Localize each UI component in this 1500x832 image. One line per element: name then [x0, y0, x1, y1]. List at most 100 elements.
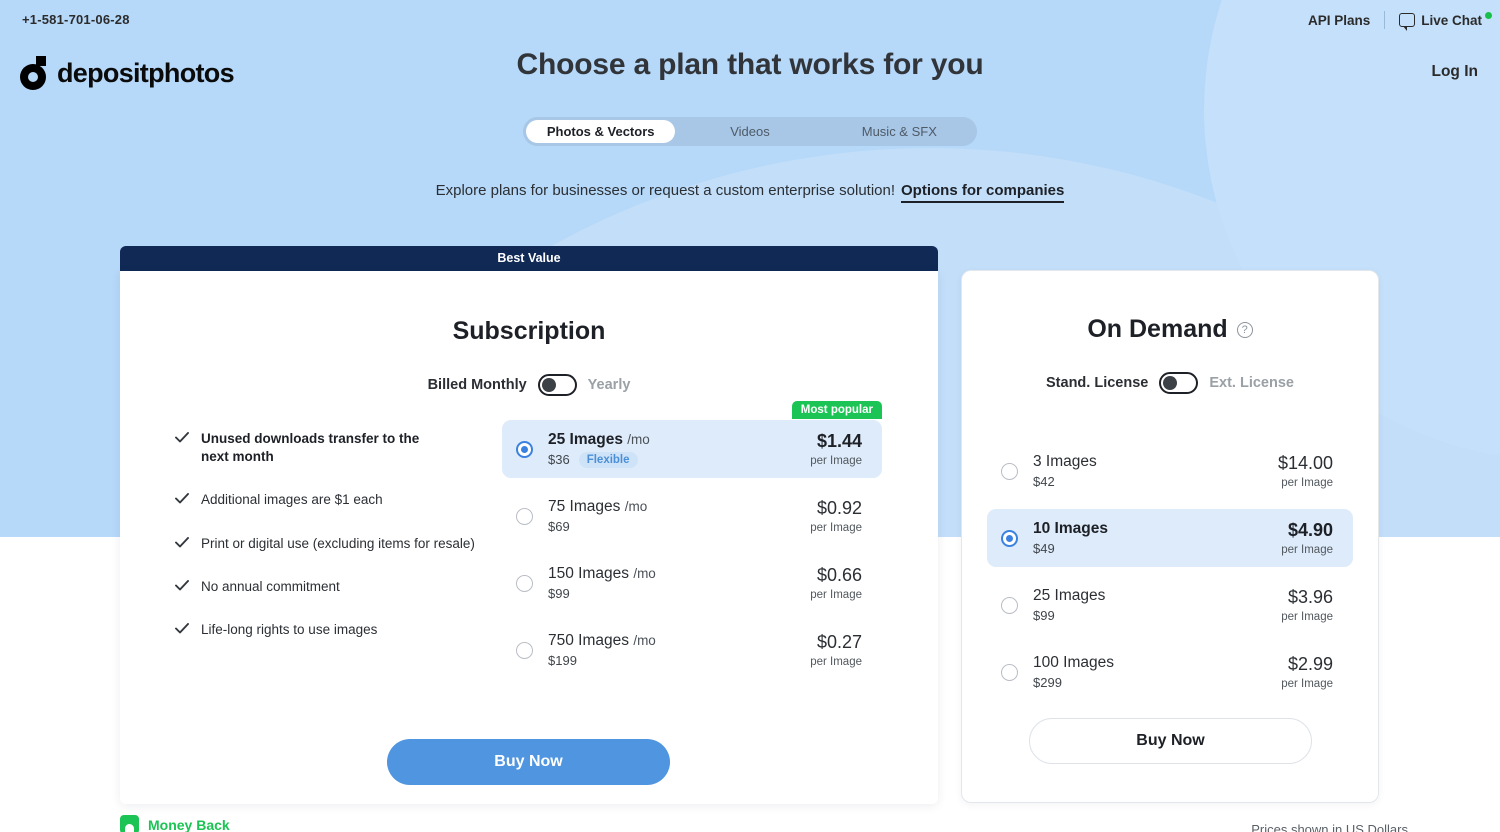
plan-total-price: $69: [548, 519, 570, 534]
on-demand-title-row: On Demand ?: [962, 271, 1378, 344]
money-back-label: Money Back: [148, 816, 230, 832]
plan-total-price: $199: [548, 653, 577, 668]
feature-item: Print or digital use (excluding items fo…: [175, 535, 480, 553]
check-icon: [175, 493, 189, 504]
on-demand-buy-now-button[interactable]: Buy Now: [1029, 718, 1312, 764]
feature-label: Print or digital use (excluding items fo…: [201, 535, 475, 551]
plan-unit-price: $4.90: [1287, 520, 1333, 540]
tab-music-sfx[interactable]: Music & SFX: [825, 120, 974, 143]
plan-radio[interactable]: [516, 574, 533, 592]
on-demand-plan-list: 3 Images $42 $14.00 per Image 10 Images …: [962, 442, 1378, 701]
plan-option-row[interactable]: 10 Images $49 $4.90 per Image: [987, 509, 1353, 567]
plan-total-price: $42: [1033, 474, 1055, 489]
subscription-buy-now-button[interactable]: Buy Now: [387, 739, 670, 785]
on-demand-title: On Demand: [1087, 315, 1228, 343]
options-for-companies-link[interactable]: Options for companies: [901, 182, 1065, 203]
plan-unit-label: per Image: [1281, 678, 1333, 690]
plan-unit-label: per Image: [810, 589, 862, 601]
on-demand-card: On Demand ? Stand. License Ext. License …: [961, 270, 1379, 803]
page-title: Choose a plan that works for you: [516, 48, 984, 81]
plan-unit-price: $0.27: [816, 632, 862, 652]
license-toggle-row: Stand. License Ext. License: [962, 372, 1378, 394]
api-plans-link[interactable]: API Plans: [1308, 13, 1370, 28]
plan-radio[interactable]: [1001, 596, 1018, 614]
pricing-page: +1-581-701-06-28 API Plans Live Chat dep…: [0, 0, 1500, 832]
top-navigation: API Plans Live Chat: [1308, 11, 1492, 31]
plan-images-count: 75 Images /mo: [548, 498, 648, 515]
plan-option-row[interactable]: 3 Images $42 $14.00 per Image: [987, 442, 1353, 500]
license-toggle-left-label: Stand. License: [1046, 375, 1149, 391]
check-icon: [175, 579, 189, 591]
plan-option-row[interactable]: 25 Images /mo $36 Flexible $1.44 per Ima…: [502, 420, 882, 478]
nav-divider: [1384, 11, 1386, 29]
plan-total-price: $99: [548, 586, 570, 601]
plan-unit-price: $14.00: [1277, 453, 1333, 473]
plan-option-row[interactable]: 100 Images $299 $2.99 per Image: [987, 643, 1353, 701]
plan-total-price: $36: [548, 452, 570, 467]
billing-toggle-switch[interactable]: [537, 374, 577, 396]
license-toggle-switch[interactable]: [1159, 372, 1199, 394]
plan-unit-price: $1.44: [816, 431, 862, 451]
feature-item: Additional images are $1 each: [175, 491, 480, 509]
live-chat-button[interactable]: Live Chat: [1399, 11, 1492, 31]
plan-images-count: 150 Images /mo: [548, 565, 656, 582]
plan-unit-price: $0.92: [816, 498, 862, 518]
plan-images-count: 25 Images /mo: [548, 430, 650, 448]
plan-option-row[interactable]: 750 Images /mo $199 $0.27 per Image: [502, 621, 882, 679]
plan-unit-label: per Image: [1281, 611, 1333, 623]
plan-total-price: $299: [1033, 675, 1062, 690]
feature-item: Life-long rights to use images: [175, 621, 480, 639]
check-icon: [175, 623, 189, 634]
best-value-ribbon: Best Value: [120, 246, 938, 271]
plan-option-row[interactable]: 150 Images /mo $99 $0.66 per Image: [502, 554, 882, 612]
plan-images-count: 3 Images: [1033, 453, 1097, 470]
plan-unit-label: per Image: [1281, 544, 1333, 556]
tab-videos[interactable]: Videos: [675, 120, 824, 143]
plan-unit-price: $2.99: [1287, 654, 1333, 674]
plan-unit-label: per Image: [810, 656, 862, 668]
chat-bubble-icon: [1399, 13, 1416, 31]
plan-radio[interactable]: [516, 641, 533, 659]
phone-number[interactable]: +1-581-701-06-28: [22, 12, 130, 27]
billing-toggle-row: Billed Monthly Yearly: [120, 374, 938, 396]
plan-period: /mo: [633, 633, 656, 648]
plan-option-row[interactable]: 25 Images $99 $3.96 per Image: [987, 576, 1353, 634]
plan-total-price: $99: [1033, 608, 1055, 623]
plan-period: /mo: [624, 499, 648, 514]
most-popular-badge: Most popular: [791, 401, 882, 419]
shield-icon: [120, 815, 139, 832]
check-icon: [175, 432, 189, 443]
category-tabs: Photos & Vectors Videos Music & SFX: [523, 117, 977, 146]
license-toggle-right-label: Ext. License: [1209, 375, 1294, 391]
plan-period: /mo: [633, 566, 656, 581]
plan-radio[interactable]: [1001, 663, 1018, 681]
tab-photos-vectors[interactable]: Photos & Vectors: [526, 120, 676, 143]
plan-radio[interactable]: [1001, 462, 1018, 480]
plan-unit-label: per Image: [810, 455, 862, 467]
plan-images-count: 100 Images: [1033, 654, 1114, 671]
feature-label: No annual commitment: [201, 578, 340, 594]
billing-toggle-right-label: Yearly: [587, 377, 631, 393]
plan-images-count: 10 Images: [1033, 520, 1108, 537]
feature-label: Life-long rights to use images: [201, 622, 378, 638]
subscription-plan-list: Most popular 25 Images /mo $36 Flexible …: [502, 401, 882, 688]
plan-images-count: 750 Images /mo: [548, 632, 656, 649]
plan-unit-label: per Image: [810, 522, 862, 534]
check-icon: [175, 536, 189, 548]
enterprise-subline: Explore plans for businesses or request …: [0, 182, 1500, 203]
plan-radio[interactable]: [1001, 529, 1018, 547]
plan-unit-price: $3.96: [1287, 587, 1333, 607]
billing-toggle-left-label: Billed Monthly: [427, 377, 527, 393]
plan-radio[interactable]: [516, 507, 533, 525]
subline-text: Explore plans for businesses or request …: [435, 182, 896, 199]
live-chat-label: Live Chat: [1421, 12, 1482, 28]
plan-unit-price: $0.66: [816, 565, 862, 585]
help-question-icon[interactable]: ?: [1236, 321, 1253, 338]
plan-period: /mo: [627, 431, 650, 447]
plan-radio[interactable]: [516, 440, 533, 458]
plan-total-price: $49: [1033, 541, 1055, 556]
feature-list: Unused downloads transfer to the next mo…: [120, 420, 480, 688]
plan-unit-label: per Image: [1281, 477, 1333, 489]
feature-label: Additional images are $1 each: [201, 492, 383, 508]
plan-option-row[interactable]: 75 Images /mo $69 $0.92 per Image: [502, 487, 882, 545]
